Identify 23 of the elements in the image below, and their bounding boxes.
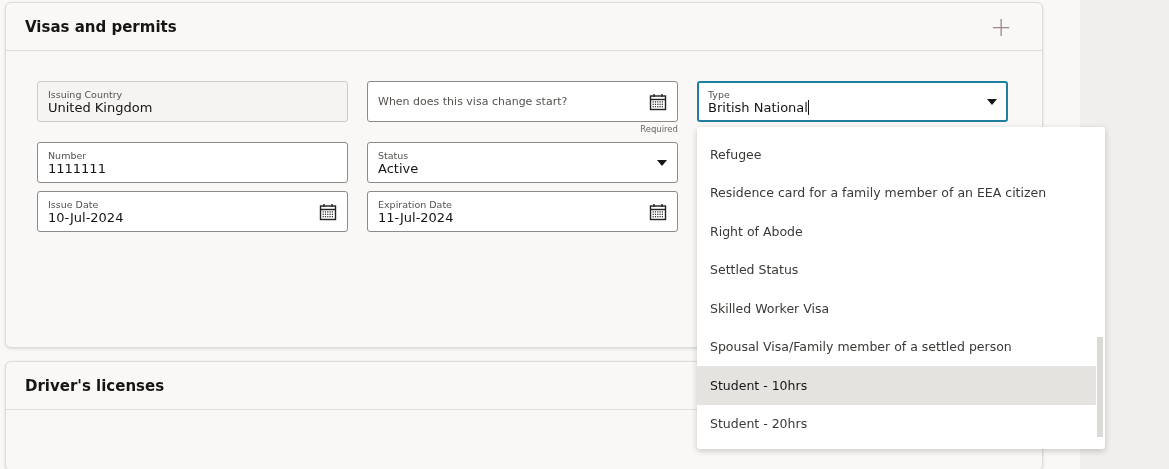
helper-text: Required bbox=[639, 124, 678, 134]
dropdown-caret-icon[interactable] bbox=[987, 98, 997, 105]
section-title: Driver's licenses bbox=[25, 376, 165, 395]
calendar-icon[interactable] bbox=[649, 92, 667, 111]
date-field[interactable]: Issue Date 10-Jul-2024 bbox=[37, 191, 348, 232]
dropdown-option[interactable]: Right of Abode bbox=[697, 212, 1096, 251]
date-field[interactable]: When does this visa change start? bbox=[367, 81, 678, 122]
select-field[interactable]: Type British National bbox=[697, 81, 1008, 122]
dropdown-option[interactable]: Skilled Worker Visa bbox=[697, 289, 1096, 328]
dropdown-option[interactable]: Settled Status bbox=[697, 250, 1096, 289]
dropdown-option[interactable]: Spousal Visa/Family member of a settled person bbox=[697, 327, 1096, 366]
dropdown-option[interactable]: Student - 20hrs bbox=[697, 404, 1096, 443]
dropdown-option[interactable]: Residence card for a family member of an EEA citizen bbox=[697, 173, 1096, 212]
dropdown-option[interactable]: Student - 10hrs bbox=[697, 366, 1096, 405]
input-field[interactable]: Issuing Country United Kingdom bbox=[37, 81, 348, 122]
calendar-icon[interactable] bbox=[649, 202, 667, 221]
input-field[interactable]: Number 1111111 bbox=[37, 142, 348, 183]
date-field[interactable]: Expiration Date 11-Jul-2024 bbox=[367, 191, 678, 232]
select-field[interactable]: Status Active bbox=[367, 142, 678, 183]
calendar-icon[interactable] bbox=[319, 202, 337, 221]
dropdown-option[interactable]: Refugee bbox=[697, 135, 1096, 174]
dropdown-caret-icon[interactable] bbox=[657, 159, 667, 166]
section-title: Visas and permits bbox=[25, 17, 177, 36]
